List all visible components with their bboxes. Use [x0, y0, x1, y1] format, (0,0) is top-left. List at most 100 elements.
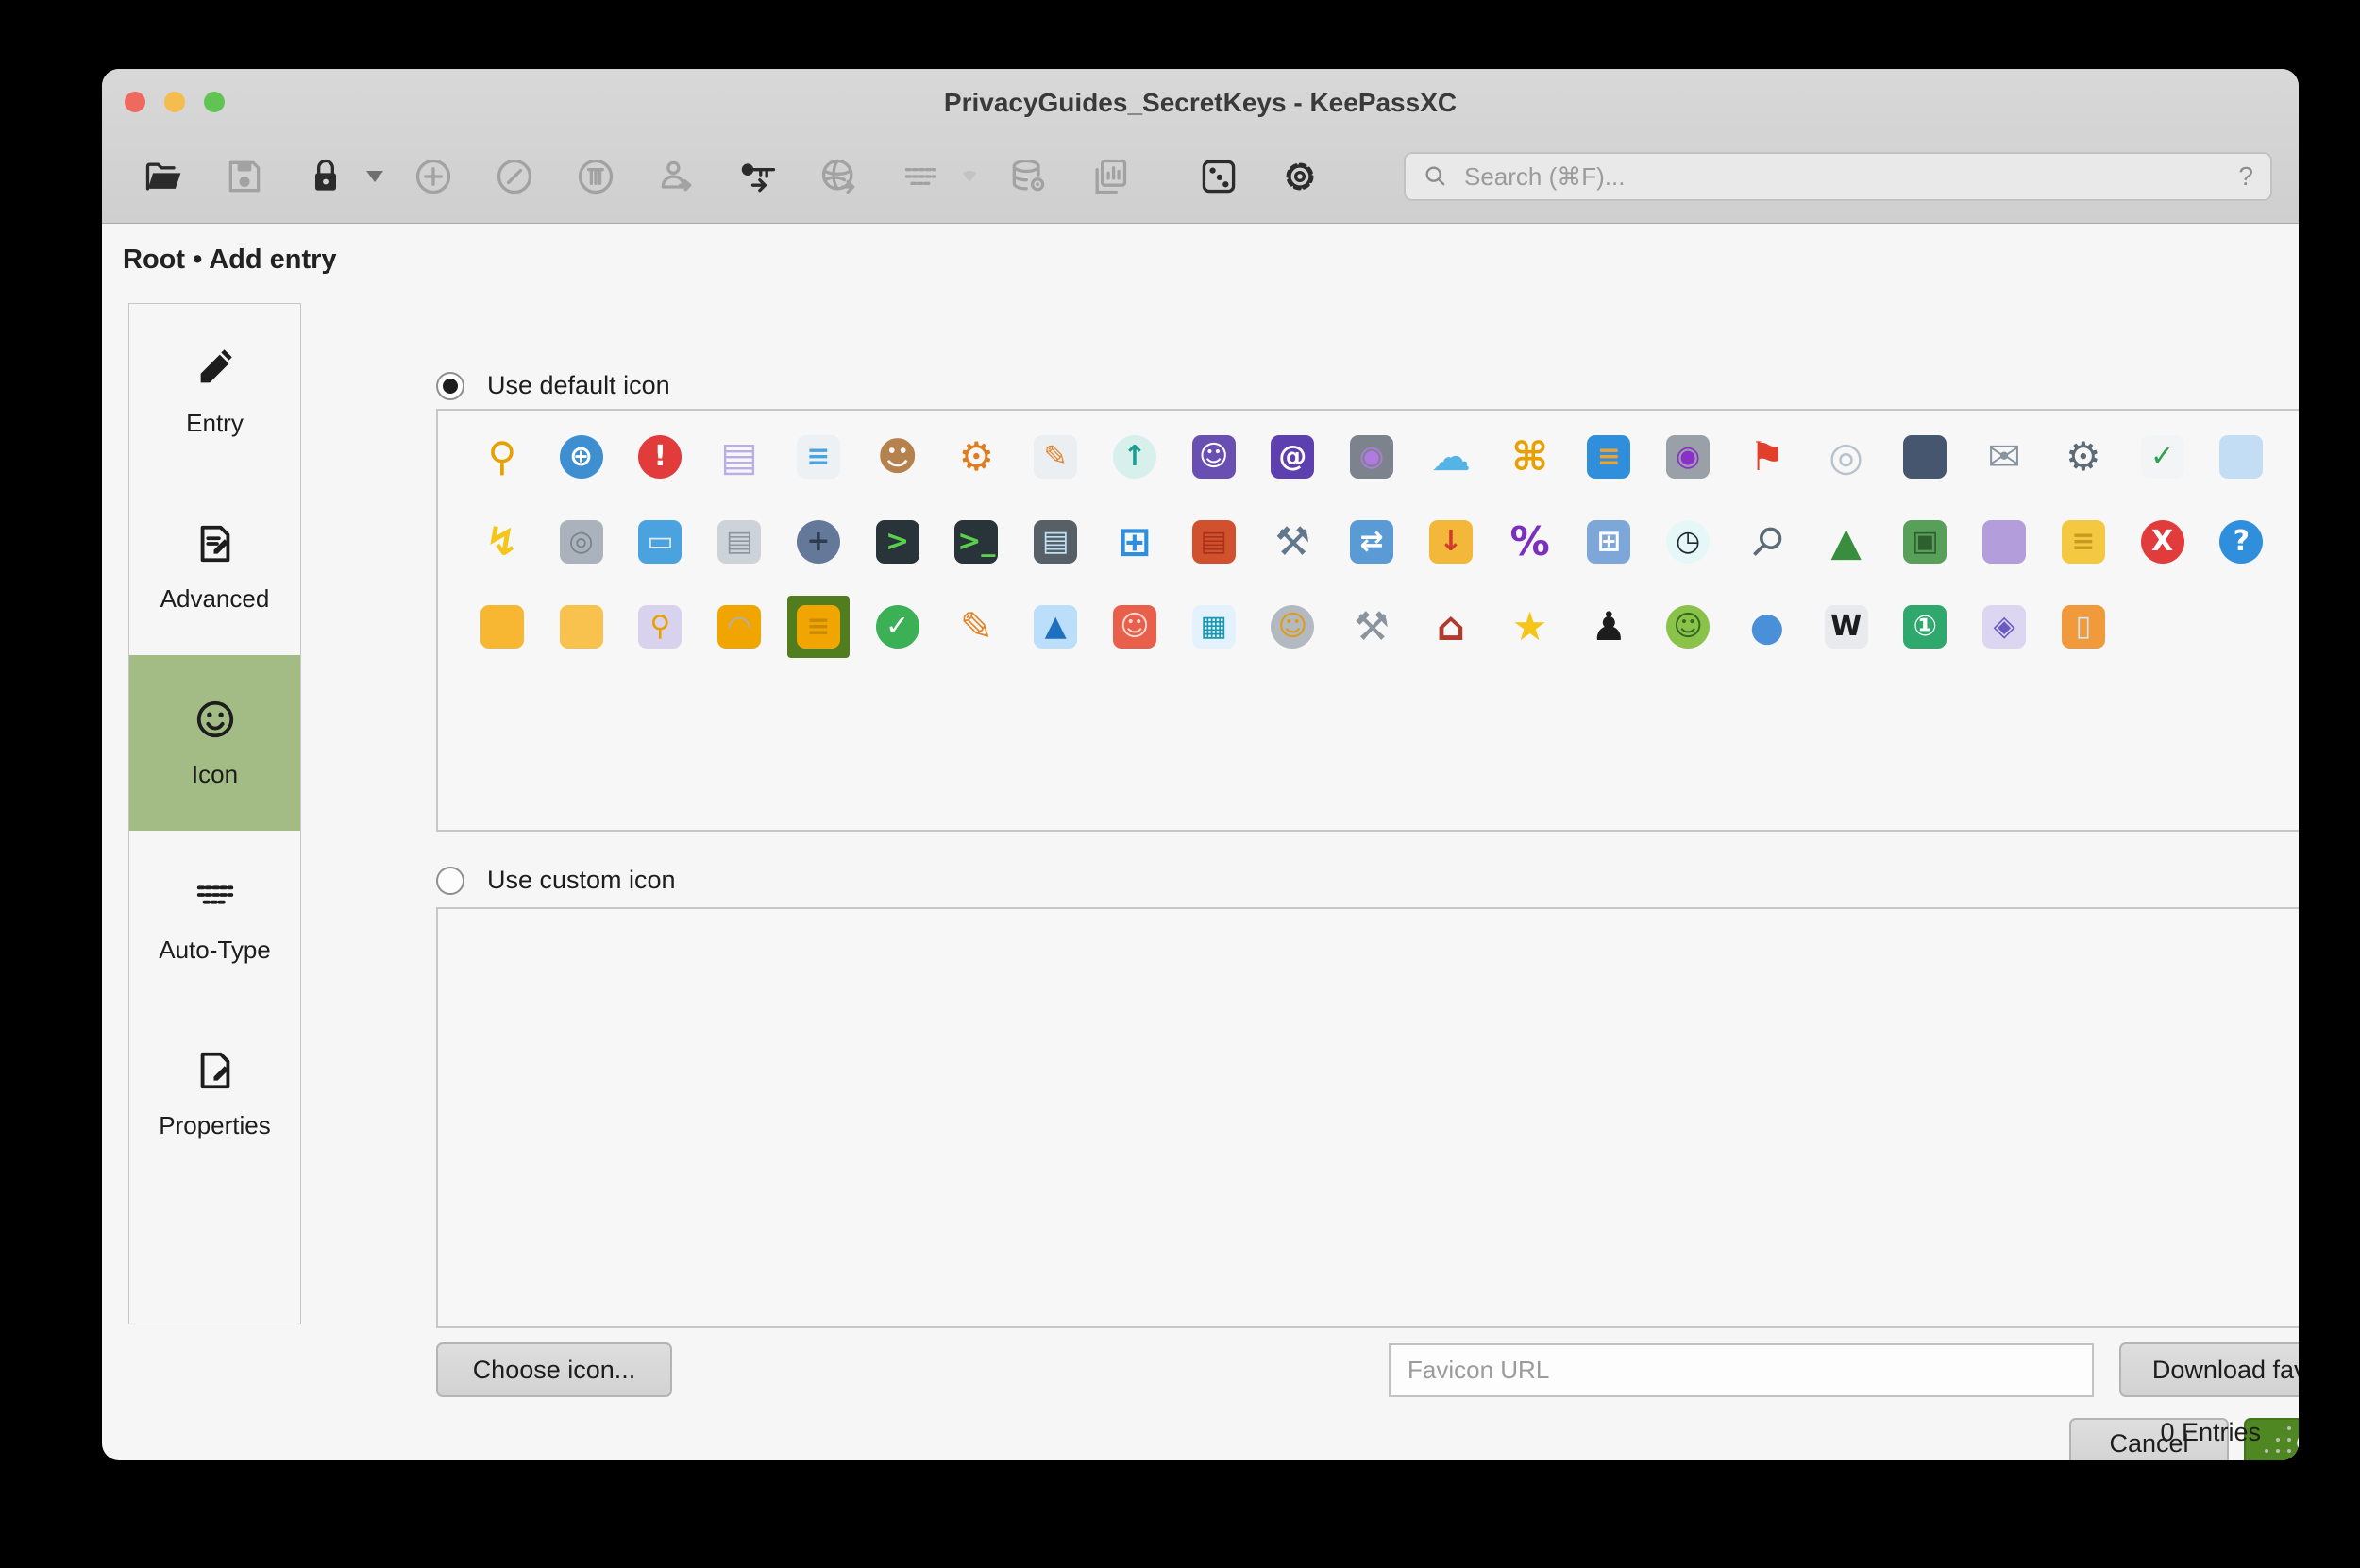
default-icon-at-sign[interactable]: @ — [1261, 426, 1323, 488]
default-icon-address-book[interactable]: ☺ — [1104, 596, 1166, 658]
default-icon-padlock-closed[interactable]: ≡ — [787, 596, 850, 658]
copy-username-button[interactable] — [653, 150, 700, 203]
default-icon-warning[interactable]: ! — [629, 426, 691, 488]
default-icon-package[interactable]: − — [2289, 511, 2299, 573]
default-icon-world[interactable]: ⊕ — [550, 426, 613, 488]
default-icon-wireless-tower[interactable]: ☁ — [1420, 426, 1482, 488]
copy-password-button[interactable] — [734, 150, 782, 203]
default-icon-password-key[interactable]: ⚲ — [471, 426, 533, 488]
default-icon-camera[interactable]: ◉ — [1340, 426, 1403, 488]
default-icon-pencil[interactable]: ✎ — [945, 596, 1007, 658]
open-url-button[interactable] — [816, 150, 863, 203]
sidebar-item-icon[interactable]: Icon — [129, 655, 300, 831]
default-icon-gear[interactable]: ⚙ — [2052, 426, 2115, 488]
default-icon-star[interactable]: ★ — [1499, 596, 1561, 658]
default-icon-mountains[interactable]: ▲ — [1815, 511, 1878, 573]
default-icon-clipboard-check[interactable]: ✓ — [2132, 426, 2194, 488]
default-icon-padlock-open[interactable]: ◠ — [708, 596, 770, 658]
default-icon-help-question[interactable]: ? — [2210, 511, 2272, 573]
edit-entry-button[interactable] — [491, 150, 538, 203]
default-icon-folder-download[interactable]: ↓ — [1420, 511, 1482, 573]
default-icon-network-drive[interactable]: ▤ — [708, 511, 770, 573]
database-settings-button[interactable] — [1004, 150, 1052, 203]
default-icon-gears[interactable]: ⚙ — [945, 426, 1007, 488]
open-database-button[interactable] — [140, 150, 187, 203]
sidebar-item-advanced[interactable]: Advanced — [129, 480, 300, 655]
sidebar-item-auto-type[interactable]: Auto-Type — [129, 831, 300, 1006]
lock-dropdown-caret[interactable] — [366, 171, 383, 182]
default-icon-folder-open[interactable] — [550, 596, 613, 658]
default-icon-spreadsheet[interactable]: ▦ — [1183, 596, 1245, 658]
default-icon-terminal-key[interactable]: > — [867, 511, 929, 573]
default-icon-printer[interactable]: ▤ — [1024, 511, 1087, 573]
default-icon-memory-chip[interactable]: ▣ — [1894, 511, 1956, 573]
default-icon-clock[interactable]: ◷ — [1657, 511, 1719, 573]
default-icon-floppy-disk[interactable]: ▭ — [629, 511, 691, 573]
favicon-url-input[interactable] — [1389, 1343, 2094, 1397]
default-icon-clipboard-notes[interactable]: ≡ — [787, 426, 850, 488]
default-icon-percent[interactable]: % — [1499, 511, 1561, 573]
choose-icon-button[interactable]: Choose icon... — [436, 1342, 672, 1397]
default-icon-user-manager[interactable]: ☻ — [867, 426, 929, 488]
default-icon-wrench[interactable]: ⚒ — [1261, 511, 1323, 573]
default-icon-bookmark[interactable]: ⚑ — [1736, 426, 1798, 488]
sidebar-item-entry[interactable]: Entry — [129, 304, 300, 480]
save-database-button[interactable] — [221, 150, 268, 203]
default-icon-folder[interactable] — [471, 596, 533, 658]
default-icon-brick-wall[interactable]: ▤ — [1183, 511, 1245, 573]
default-icon-monitor[interactable] — [1894, 426, 1956, 488]
resize-grip[interactable] — [2287, 1449, 2291, 1453]
default-icon-cd-disc[interactable]: ◎ — [1815, 426, 1878, 488]
default-icon-magnifier[interactable]: ⚲ — [1736, 511, 1798, 573]
default-icon-plug-socket[interactable]: ≡ — [1577, 426, 1640, 488]
search-help-button[interactable]: ? — [2238, 161, 2253, 192]
default-icon-money[interactable]: ① — [1894, 596, 1956, 658]
password-generator-button[interactable] — [1195, 150, 1242, 203]
default-icon-crossed-tools[interactable]: ⚒ — [1340, 596, 1403, 658]
default-icon-key-bunch[interactable]: ⌘ — [1499, 426, 1561, 488]
reports-button[interactable] — [1086, 150, 1133, 203]
autotype-dropdown-caret[interactable] — [961, 171, 978, 182]
use-custom-icon-radio[interactable]: Use custom icon — [436, 866, 676, 895]
default-icon-wikipedia[interactable]: W — [1815, 596, 1878, 658]
default-icon-server-key[interactable]: ⚲ — [629, 596, 691, 658]
default-icon-blue-paper[interactable] — [2210, 426, 2272, 488]
search-input[interactable] — [1464, 162, 2238, 192]
default-icon-node-graph[interactable]: ⊞ — [1104, 511, 1166, 573]
default-icon-movie-reel[interactable]: + — [787, 511, 850, 573]
default-icon-identity-card[interactable]: ☺ — [1183, 426, 1245, 488]
default-icon-android[interactable]: ☺ — [1657, 596, 1719, 658]
default-icon-mobile-phones[interactable]: ▯ — [2052, 596, 2115, 658]
default-icon-check-circle[interactable]: ✓ — [867, 596, 929, 658]
sidebar-item-properties[interactable]: Properties — [129, 1006, 300, 1182]
default-icon-lightning[interactable]: ↯ — [471, 511, 533, 573]
default-icon-sticky-note[interactable]: ≡ — [2052, 511, 2115, 573]
default-icon-terminal[interactable]: >_ — [945, 511, 1007, 573]
default-icon-server-shield[interactable]: ▤ — [708, 426, 770, 488]
delete-entry-button[interactable] — [572, 150, 619, 203]
default-icon-email[interactable]: ✉ — [1973, 426, 2035, 488]
radio-button-unchecked[interactable] — [436, 867, 464, 895]
default-icon-projector[interactable]: ◉ — [1657, 426, 1719, 488]
default-icon-trash-bin[interactable] — [1973, 511, 2035, 573]
default-icon-windows-monitor[interactable]: ⊞ — [1577, 511, 1640, 573]
default-icon-apple[interactable]: ● — [1736, 596, 1798, 658]
default-icon-arrow-up[interactable]: ↑ — [1104, 426, 1166, 488]
download-favicon-button[interactable]: Download favicon — [2119, 1342, 2299, 1397]
default-icon-remote-monitor[interactable]: ⇄ — [1340, 511, 1403, 573]
application-settings-button[interactable] — [1276, 150, 1323, 203]
default-icon-window-layout[interactable]: ▦ — [2289, 426, 2299, 488]
radio-button-checked[interactable] — [436, 372, 464, 400]
lock-database-button[interactable] — [302, 150, 349, 203]
default-icon-image-file[interactable]: ▲ — [1024, 596, 1087, 658]
use-default-icon-radio[interactable]: Use default icon — [436, 371, 670, 400]
default-icon-home[interactable]: ⌂ — [1420, 596, 1482, 658]
default-icon-certificate[interactable]: ◈ — [1973, 596, 2035, 658]
default-icon-user-podium[interactable]: ☺ — [1261, 596, 1323, 658]
add-entry-button[interactable] — [410, 150, 457, 203]
perform-autotype-button[interactable] — [897, 150, 944, 203]
default-icon-safe-vault[interactable]: ◎ — [550, 511, 613, 573]
default-icon-tux-penguin[interactable]: ♟ — [1577, 596, 1640, 658]
default-icon-expired-x[interactable]: X — [2132, 511, 2194, 573]
default-icon-notepad-edit[interactable]: ✎ — [1024, 426, 1087, 488]
